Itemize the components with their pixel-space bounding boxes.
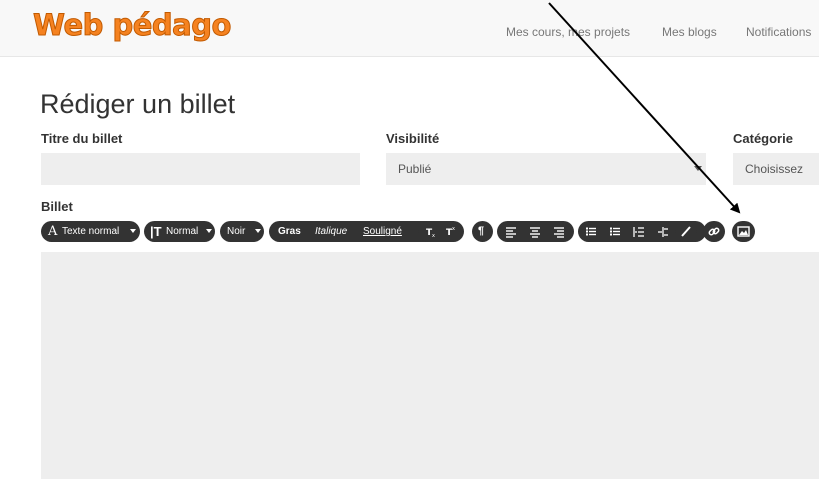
font-family-icon: A xyxy=(48,224,58,239)
svg-text:x: x xyxy=(452,226,455,232)
paragraph-button[interactable]: ¶ xyxy=(472,221,493,242)
font-size-dropdown[interactable]: |T Normal xyxy=(144,221,215,242)
indent-icon[interactable] xyxy=(632,221,648,242)
paragraph-icon: ¶ xyxy=(478,225,485,237)
category-select-value: Choisissez xyxy=(745,162,804,176)
draw-button[interactable] xyxy=(675,221,697,242)
chevron-down-icon xyxy=(694,166,702,171)
body-field-label: Billet xyxy=(41,199,73,214)
text-color-label: Noir xyxy=(227,226,246,237)
text-size-icon: |T xyxy=(150,224,162,239)
visibility-select[interactable]: Publié xyxy=(386,153,706,185)
image-icon xyxy=(736,221,752,242)
align-right-icon[interactable] xyxy=(552,221,568,242)
nav-link-courses-projects[interactable]: Mes cours, mes projets xyxy=(506,25,630,39)
chevron-down-icon xyxy=(252,221,261,242)
bullet-list-icon[interactable] xyxy=(584,221,600,242)
visibility-field-label: Visibilité xyxy=(386,131,440,146)
page-title: Rédiger un billet xyxy=(40,89,236,119)
visibility-select-value: Publié xyxy=(398,162,432,176)
superscript-icon[interactable]: Tx xyxy=(444,221,460,242)
insert-link-button[interactable] xyxy=(703,221,725,242)
bold-button[interactable]: Gras xyxy=(278,221,301,242)
script-group: Tx Tx xyxy=(418,221,464,242)
text-color-dropdown[interactable]: Noir xyxy=(220,221,264,242)
post-body-editor[interactable] xyxy=(41,252,819,479)
outdent-icon[interactable] xyxy=(656,221,672,242)
align-left-icon[interactable] xyxy=(504,221,520,242)
font-family-dropdown[interactable]: A Texte normal xyxy=(41,221,140,242)
title-field-label: Titre du billet xyxy=(41,131,123,146)
subscript-icon[interactable]: Tx xyxy=(424,221,440,242)
italic-button[interactable]: Italique xyxy=(315,221,347,242)
insert-image-button[interactable] xyxy=(732,221,755,242)
align-group xyxy=(497,221,574,242)
top-navbar: Web pédago Mes cours, mes projets Mes bl… xyxy=(0,0,819,57)
pencil-icon xyxy=(678,221,694,242)
align-center-icon[interactable] xyxy=(528,221,544,242)
svg-text:x: x xyxy=(432,233,435,239)
font-family-label: Texte normal xyxy=(62,226,120,237)
category-select[interactable]: Choisissez xyxy=(733,153,819,185)
chevron-down-icon xyxy=(127,221,136,242)
nav-link-notifications[interactable]: Notifications xyxy=(746,25,811,39)
numbered-list-icon[interactable] xyxy=(608,221,624,242)
font-size-label: Normal xyxy=(166,226,199,237)
title-input[interactable] xyxy=(41,153,360,185)
category-field-label: Catégorie xyxy=(733,131,793,146)
underline-button[interactable]: Souligné xyxy=(363,221,402,242)
link-icon xyxy=(706,221,722,242)
site-logo[interactable]: Web pédago xyxy=(33,8,232,43)
chevron-down-icon xyxy=(203,221,212,242)
nav-link-blogs[interactable]: Mes blogs xyxy=(662,25,717,39)
